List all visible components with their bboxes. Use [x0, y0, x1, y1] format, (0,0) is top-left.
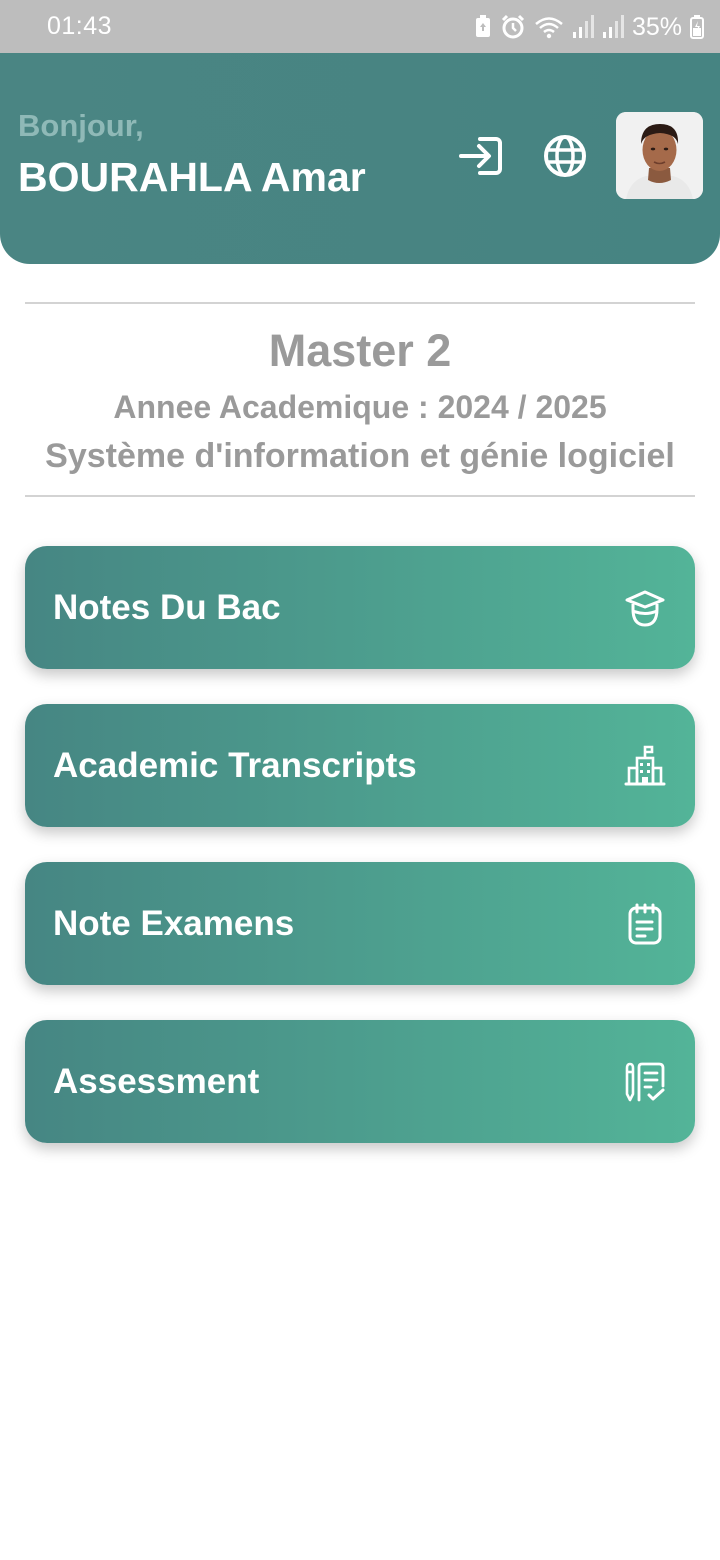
menu-card-notes-du-bac[interactable]: Notes Du Bac: [25, 546, 695, 669]
top-divider: [25, 302, 695, 304]
greeting: Bonjour,: [18, 108, 144, 143]
menu-label: Notes Du Bac: [53, 588, 281, 627]
academic-year: Annee Academique : 2024 / 2025: [113, 389, 607, 425]
battery-icon: [690, 15, 704, 39]
checklist-icon: [623, 1060, 667, 1104]
menu-label: Assessment: [53, 1062, 260, 1101]
menu-label: Note Examens: [53, 904, 295, 943]
menu-card-assessment[interactable]: Assessment: [25, 1020, 695, 1143]
status-time: 01:43: [47, 12, 113, 40]
battery-percent: 35%: [631, 12, 682, 41]
wifi-icon: [534, 15, 564, 39]
signal-icon: [602, 15, 624, 39]
battery-saver-icon: [474, 15, 492, 39]
school-building-icon: [623, 744, 667, 788]
status-icons: 35%: [474, 10, 704, 44]
login-icon: [458, 135, 504, 182]
bottom-divider: [25, 495, 695, 497]
avatar[interactable]: [616, 112, 703, 199]
signal-icon: [572, 15, 594, 39]
status-bar: 01:43 35%: [0, 0, 720, 53]
menu-label: Academic Transcripts: [53, 746, 417, 785]
header: Bonjour, BOURAHLA Amar: [0, 53, 720, 264]
notepad-icon: [623, 902, 667, 946]
globe-icon: [543, 134, 587, 183]
alarm-icon: [500, 14, 526, 40]
program-level: Master 2: [268, 325, 452, 376]
graduate-icon: [623, 586, 667, 630]
menu-card-academic-transcripts[interactable]: Academic Transcripts: [25, 704, 695, 827]
menu-card-note-examens[interactable]: Note Examens: [25, 862, 695, 985]
language-button[interactable]: [542, 134, 588, 183]
avatar-photo: [616, 112, 703, 199]
login-button[interactable]: [458, 135, 504, 181]
speciality: Système d'information et génie logiciel: [45, 437, 675, 475]
user-name: BOURAHLA Amar: [18, 154, 366, 200]
